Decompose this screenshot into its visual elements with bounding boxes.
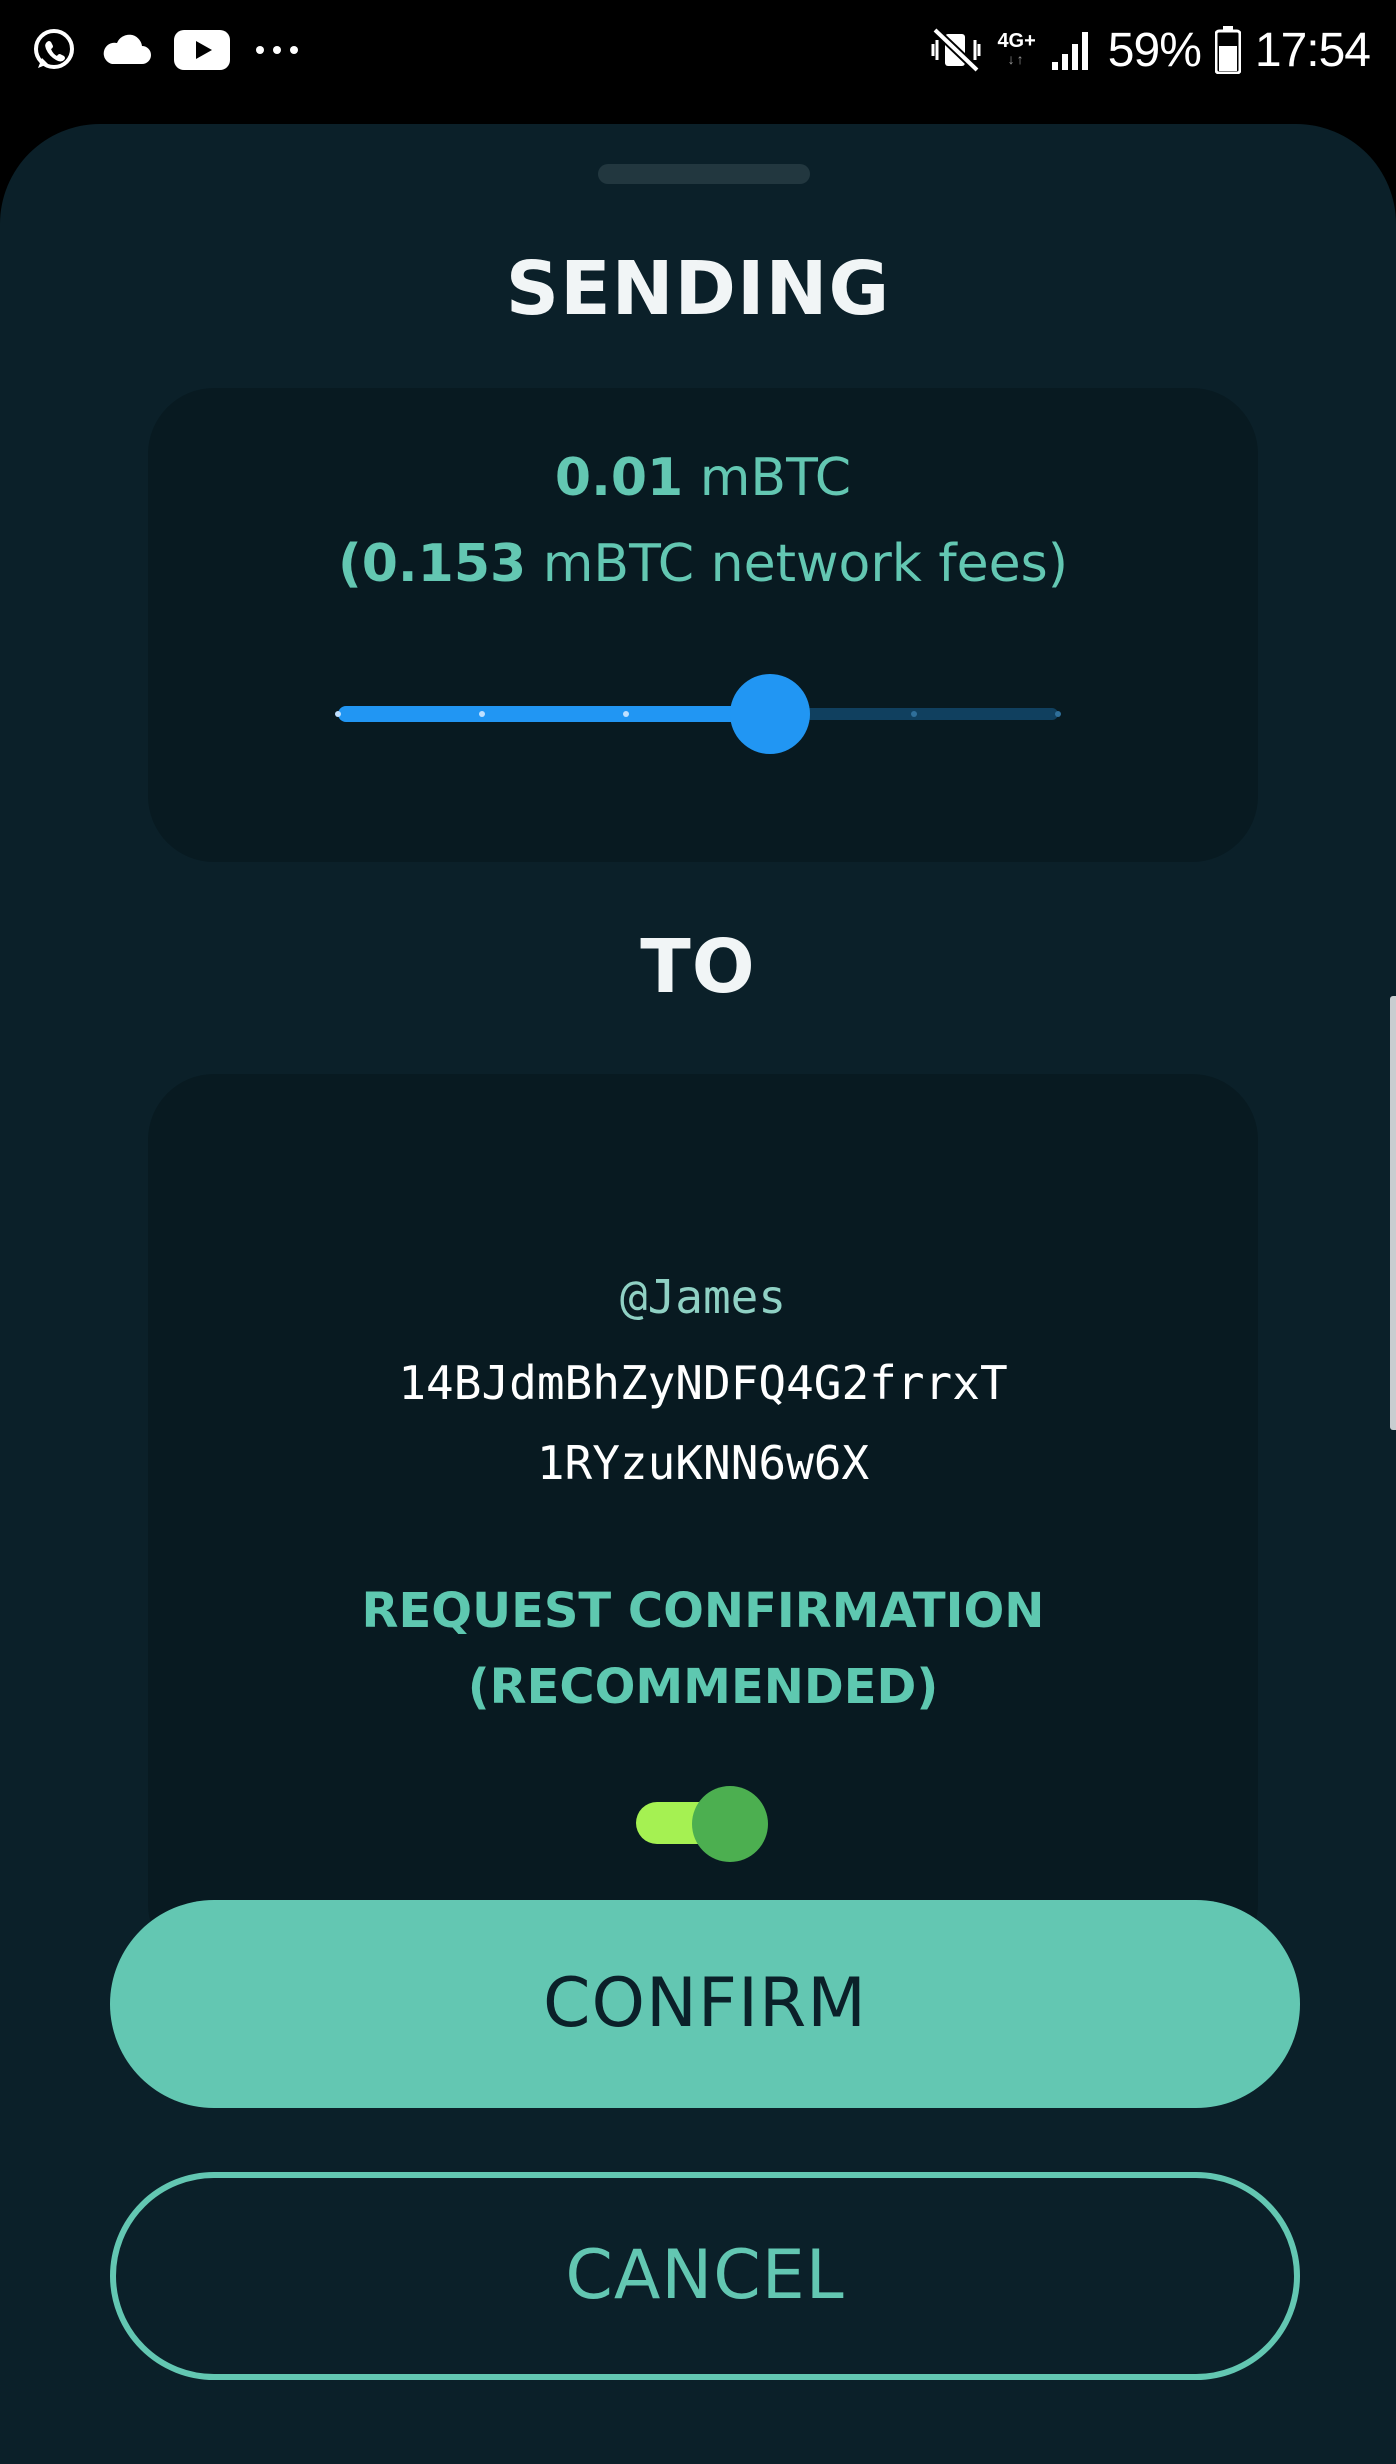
- slider-step-dot[interactable]: [1055, 711, 1061, 717]
- fee-slider[interactable]: [335, 672, 1222, 756]
- recipient-address-line-1: 14BJdmBhZyNDFQ4G2frrxT: [398, 1356, 1008, 1410]
- cancel-button[interactable]: CANCEL: [110, 2172, 1300, 2380]
- slider-step-dot[interactable]: [335, 711, 341, 717]
- network-fee-text: (0.153 mBTC network fees): [148, 534, 1258, 594]
- amount-text: 0.01 mBTC: [148, 448, 1258, 508]
- request-confirmation-toggle[interactable]: [636, 1782, 778, 1862]
- status-bar-right: 4G+ ↓↑ 59% 17:54: [931, 20, 1371, 80]
- slider-step-dot[interactable]: [911, 711, 917, 717]
- sending-title: SENDING: [505, 246, 891, 332]
- battery-icon: [1214, 26, 1241, 74]
- status-bar: 4G+ ↓↑ 59% 17:54: [0, 0, 1396, 100]
- to-title: TO: [640, 924, 756, 1010]
- data-arrows-icon: ↓↑: [1007, 51, 1026, 67]
- drag-handle[interactable]: [598, 164, 810, 184]
- slider-step-dot[interactable]: [623, 711, 629, 717]
- fee-value: 0.153: [361, 534, 527, 594]
- slider-step-dot[interactable]: [479, 711, 485, 717]
- network-type-label: 4G+: [997, 30, 1036, 52]
- amount-unit: mBTC: [699, 448, 852, 508]
- mute-vibrate-icon: [931, 26, 983, 74]
- slider-fill: [338, 706, 770, 722]
- more-dots-icon: [252, 44, 302, 56]
- fee-label: mBTC network fees): [542, 534, 1069, 594]
- youtube-icon: [174, 30, 230, 70]
- amount-card: 0.01 mBTC (0.153 mBTC network fees): [148, 388, 1258, 862]
- recommended-label: (RECOMMENDED): [467, 1659, 939, 1715]
- network-type: 4G+ ↓↑: [997, 30, 1036, 68]
- amount-value: 0.01: [554, 448, 684, 508]
- recipient-name: @James: [619, 1270, 787, 1324]
- request-confirmation-label: REQUEST CONFIRMATION: [361, 1583, 1045, 1639]
- slider-thumb[interactable]: [730, 674, 810, 754]
- cloud-icon: [100, 32, 152, 68]
- send-bottom-sheet: SENDING 0.01 mBTC (0.153 mBTC network fe…: [0, 124, 1396, 2464]
- edge-panel-handle[interactable]: [1390, 996, 1396, 1430]
- whatsapp-icon: [30, 26, 78, 74]
- clock-time: 17:54: [1254, 23, 1371, 77]
- battery-percent: 59%: [1107, 23, 1202, 77]
- fee-open-paren: (: [337, 534, 362, 594]
- signal-icon: [1050, 28, 1094, 72]
- recipient-card: @James 14BJdmBhZyNDFQ4G2frrxT 1RYzuKNN6w…: [148, 1074, 1258, 1970]
- confirm-button[interactable]: CONFIRM: [110, 1900, 1300, 2108]
- status-bar-left: [30, 22, 302, 78]
- recipient-address-line-2: 1RYzuKNN6w6X: [536, 1436, 870, 1490]
- toggle-thumb[interactable]: [692, 1786, 768, 1862]
